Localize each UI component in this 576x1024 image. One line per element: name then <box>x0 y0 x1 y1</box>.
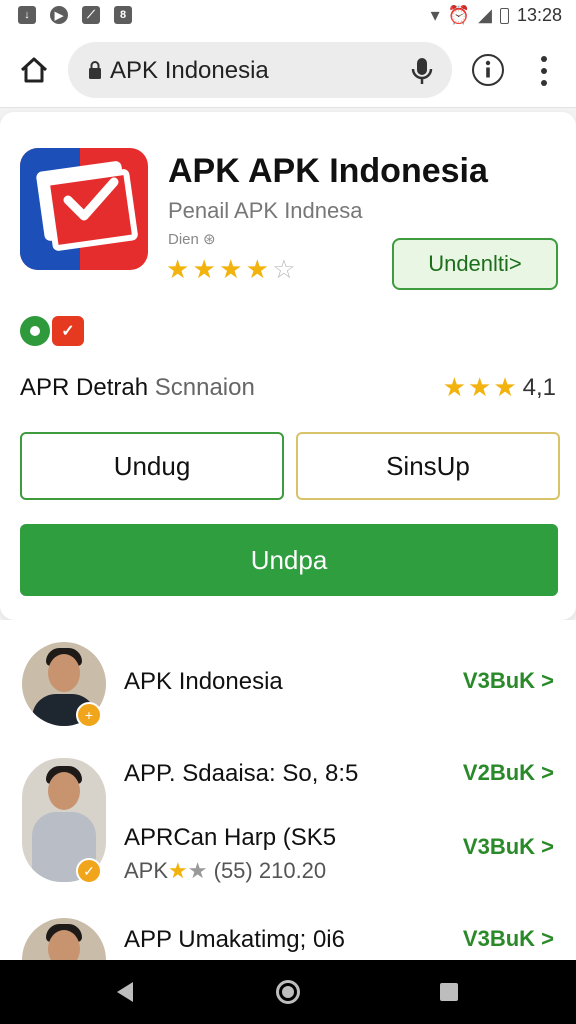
app-developer: Dien ⊛ <box>168 230 216 248</box>
check-badge-icon: ✓ <box>76 858 102 884</box>
signup-button[interactable]: SinsUp <box>296 432 560 500</box>
star-icon: ★ <box>219 254 242 284</box>
clock-time: 13:28 <box>516 5 562 25</box>
home-icon[interactable] <box>18 54 50 86</box>
url-text: APK Indonesia <box>110 57 269 84</box>
info-icon[interactable] <box>472 54 504 86</box>
star-icon: ★ <box>442 372 466 402</box>
star-icon: ★ <box>166 254 189 284</box>
download-secondary-button[interactable]: Undug <box>20 432 284 500</box>
app-icon[interactable] <box>20 148 148 270</box>
star-icon: ★ <box>493 372 517 402</box>
star-icon: ★ <box>245 254 269 284</box>
notification-download-icon: ↓ <box>18 6 36 24</box>
star-empty-icon: ★ <box>187 858 208 883</box>
more-menu-icon[interactable] <box>538 54 550 88</box>
download-primary-button[interactable]: Undpa <box>20 524 558 596</box>
star-icon: ★ <box>192 254 216 284</box>
developer-name: Dien <box>168 231 199 248</box>
system-icons: ▾ ⏰ ◢ 13:28 <box>431 5 562 26</box>
app-detail-card: APK APK Indonesia Penail APK Indnesa Die… <box>0 112 576 620</box>
recent-apps-icon[interactable] <box>440 983 458 1001</box>
verified-badge-icon: ✓ <box>52 316 84 346</box>
list-item-sub-prefix: APK <box>124 858 169 883</box>
star-empty-icon: ☆ <box>272 254 295 284</box>
list-item-title[interactable]: APK Indonesia <box>124 668 283 696</box>
detail-label-secondary: Scnnaion <box>154 374 255 401</box>
notification-icons: ↓ ▶ ⟋ 8 <box>18 6 132 24</box>
app-rating-stars: ★ ★ ★ ★ ☆ <box>166 254 296 285</box>
install-button[interactable]: Undenlti> <box>392 238 558 290</box>
star-icon: ★ <box>468 372 492 402</box>
detail-label-main: APR Detrah <box>20 374 149 401</box>
star-icon: ★ <box>168 858 188 883</box>
developer-verified-icon: ⊛ <box>203 231 216 248</box>
app-title: APK APK Indonesia <box>168 152 488 190</box>
microphone-icon[interactable] <box>410 56 434 86</box>
back-icon[interactable] <box>117 982 133 1002</box>
rating-value: 4,1 <box>522 373 556 401</box>
notification-link-icon: ⟋ <box>82 6 100 24</box>
list-item-title[interactable]: APRCan Harp (SK5 <box>124 824 336 852</box>
alarm-icon: ⏰ <box>447 5 471 25</box>
home-circle-icon[interactable] <box>276 980 300 1004</box>
bookmark-badge-icon: + <box>76 702 102 728</box>
checkmark-icon <box>63 177 119 221</box>
notification-app-icon: 8 <box>114 6 132 24</box>
list-item-link[interactable]: V3BuK > <box>463 834 554 860</box>
list-item-link[interactable]: V3BuK > <box>463 668 554 694</box>
list-item-rating: (55) 210.20 <box>213 858 327 883</box>
list-item-title[interactable]: APP Umakatimg; 0i6 <box>124 926 345 954</box>
related-apps-list: + APK Indonesia V3BuK > ✓ APP. Sdaaisa: … <box>0 620 576 1002</box>
status-bar: ↓ ▶ ⟋ 8 ▾ ⏰ ◢ 13:28 <box>0 0 576 32</box>
list-item-subtitle: APK★★ (55) 210.20 <box>124 858 326 884</box>
address-bar[interactable]: APK Indonesia <box>68 42 452 98</box>
app-subtitle: Penail APK Indnesa <box>168 198 363 223</box>
list-item-link[interactable]: V3BuK > <box>463 926 554 952</box>
battery-icon <box>499 7 509 24</box>
detail-label: APR Detrah Scnnaion <box>20 374 255 402</box>
list-item-title[interactable]: APP. Sdaaisa: So, 8:5 <box>124 760 358 788</box>
lock-icon <box>89 61 101 79</box>
notification-play-icon: ▶ <box>50 6 68 24</box>
list-item-link[interactable]: V2BuK > <box>463 760 554 786</box>
wifi-icon: ▾ <box>430 5 440 25</box>
shield-badge-icon <box>20 316 50 346</box>
system-navigation-bar <box>0 960 576 1024</box>
signal-icon: ◢ <box>478 5 492 25</box>
detail-rating: ★ ★ ★ 4,1 <box>443 372 556 403</box>
browser-toolbar: APK Indonesia <box>0 32 576 108</box>
